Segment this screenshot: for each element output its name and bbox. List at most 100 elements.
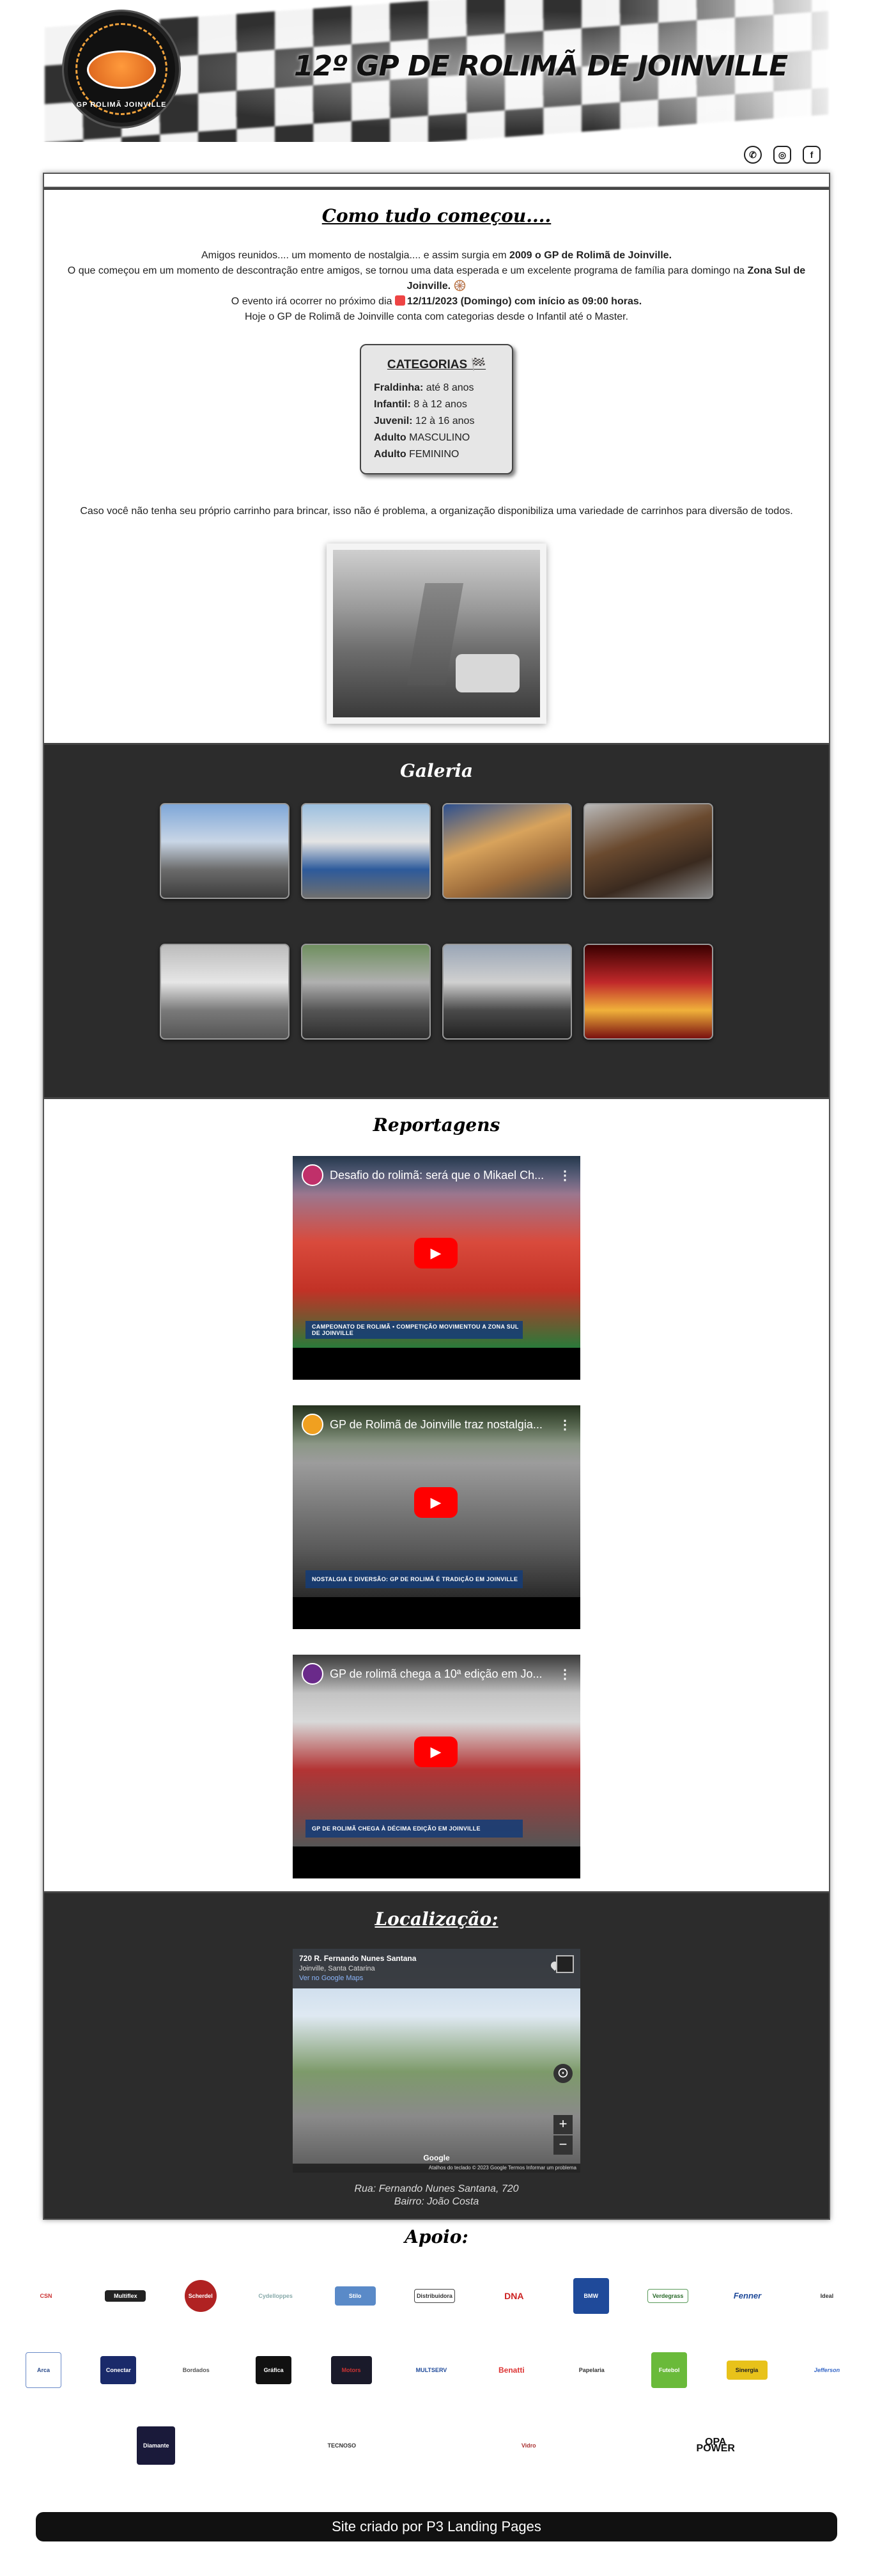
wheel-emoji-icon: 🛞	[453, 281, 467, 292]
channel-avatar[interactable]	[302, 1414, 323, 1435]
sponsor-logo[interactable]: MULTSERV	[411, 2357, 452, 2383]
kebab-menu-icon[interactable]: ⋮	[559, 1417, 571, 1433]
gallery-image[interactable]	[301, 803, 431, 899]
about-section: Como tudo começou.... Amigos reunidos...…	[44, 188, 829, 743]
instagram-icon[interactable]: ◎	[773, 146, 791, 164]
about-paragraph-1: Amigos reunidos.... um momento de nostal…	[201, 250, 672, 261]
sponsor-logo[interactable]: Diamante	[137, 2426, 176, 2465]
map-address: 720 R. Fernando Nunes Santana	[299, 1954, 417, 1963]
zoom-out-button[interactable]: −	[553, 2135, 573, 2155]
gallery-title: Galeria	[399, 760, 474, 781]
checkered-flag-icon: 🏁	[470, 358, 486, 371]
channel-avatar[interactable]	[302, 1164, 323, 1186]
sponsor-logo[interactable]: Papelaria	[571, 2357, 612, 2383]
video-embed[interactable]: Desafio do rolimã: será que o Mikael Ch.…	[293, 1156, 580, 1380]
gallery-image[interactable]	[583, 944, 713, 1040]
reports-title: Reportagens	[373, 1114, 500, 1136]
sponsor-logo[interactable]: Distribuidora	[413, 2289, 455, 2303]
sponsor-logo[interactable]: Multiflex	[105, 2290, 146, 2302]
site-title: 12º GP DE ROLIMÃ DE JOINVILLE	[294, 50, 788, 82]
categories-title: CATEGORIAS 🏁	[387, 358, 486, 371]
facebook-icon[interactable]: f	[803, 146, 821, 164]
about-note: Caso você não tenha seu próprio carrinho…	[80, 506, 793, 517]
sponsor-logo[interactable]: Futebol	[651, 2352, 688, 2388]
footer-credit[interactable]: Site criado por P3 Landing Pages	[36, 2512, 837, 2541]
play-button-icon[interactable]: ▶	[414, 1238, 458, 1268]
reports-section: Reportagens Desafio do rolimã: será que …	[44, 1097, 829, 1891]
sponsor-logo[interactable]: Arca	[26, 2352, 61, 2388]
video-title[interactable]: Desafio do rolimã: será que o Mikael Ch.…	[330, 1169, 552, 1182]
sponsor-logo[interactable]: DNA	[493, 2283, 534, 2309]
sponsor-logo[interactable]: Jefferson	[807, 2357, 847, 2383]
category-row: Adulto FEMININO	[374, 449, 460, 460]
sponsor-logo[interactable]: Conectar	[100, 2356, 137, 2384]
about-paragraph-4: Hoje o GP de Rolimã de Joinville conta c…	[244, 311, 629, 322]
category-row: Infantil: 8 à 12 anos	[374, 399, 467, 410]
sponsor-logo[interactable]: CSN	[26, 2283, 66, 2309]
about-paragraph-2: O que começou em um momento de descontra…	[67, 265, 806, 292]
sponsors-section: Apoio: CSN Multiflex Scherdel Cydelloppe…	[0, 2226, 873, 2465]
google-logo: Google	[423, 2153, 450, 2162]
view-in-maps-link[interactable]: Ver no Google Maps	[299, 1974, 574, 1982]
address-text: Rua: Fernando Nunes Santana, 720 Bairro:…	[354, 2183, 519, 2207]
about-title: Como tudo começou....	[321, 205, 552, 226]
location-section: Localização: 720 R. Fernando Nunes Santa…	[44, 1891, 829, 2219]
gallery-grid	[44, 803, 829, 1040]
sponsor-logo[interactable]: Fenner	[727, 2283, 768, 2309]
category-row: Fraldinha: até 8 anos	[374, 382, 474, 393]
logo-text: GP ROLIMÃ JOINVILLE	[76, 101, 167, 109]
sponsor-logo[interactable]: TECNOSO	[321, 2433, 362, 2458]
about-paragraph-3: O evento irá ocorrer no próximo dia 12/1…	[231, 295, 642, 307]
main-container: Como tudo começou.... Amigos reunidos...…	[43, 173, 830, 2220]
social-links: ✆ ◎ f	[0, 142, 873, 173]
gallery-image[interactable]	[160, 944, 290, 1040]
sponsor-logo[interactable]: Vidro	[508, 2433, 549, 2458]
zoom-in-button[interactable]: +	[553, 2115, 573, 2134]
sponsor-logo[interactable]: Scherdel	[184, 2280, 217, 2312]
gallery-image[interactable]	[583, 803, 713, 899]
sponsor-logo[interactable]: BMW	[573, 2278, 609, 2314]
site-header: GP ROLIMÃ JOINVILLE 12º GP DE ROLIMÃ DE …	[0, 0, 873, 142]
gallery-image[interactable]	[160, 803, 290, 899]
channel-avatar[interactable]	[302, 1663, 323, 1685]
sponsor-logo[interactable]: Verdegrass	[647, 2289, 689, 2303]
video-title[interactable]: GP de Rolimã de Joinville traz nostalgia…	[330, 1418, 552, 1432]
sponsor-row-1: CSN Multiflex Scherdel Cydelloppes Stilo…	[0, 2278, 873, 2314]
video-embed[interactable]: GP de Rolimã de Joinville traz nostalgia…	[293, 1405, 580, 1629]
sponsor-logo[interactable]: Motors	[330, 2356, 372, 2384]
video-embed[interactable]: GP de rolimã chega a 10ª edição em Jo...…	[293, 1655, 580, 1878]
sponsor-logo[interactable]: Stilo	[334, 2286, 376, 2306]
sponsors-title: Apoio:	[405, 2226, 468, 2247]
top-divider	[44, 174, 829, 188]
news-caption: NOSTALGIA E DIVERSÃO: GP DE ROLIMÃ É TRA…	[305, 1570, 523, 1588]
whatsapp-icon[interactable]: ✆	[744, 146, 762, 164]
gallery-image[interactable]	[442, 944, 572, 1040]
fullscreen-icon[interactable]	[556, 1955, 574, 1973]
sponsor-row-3: Diamante TECNOSO Vidro OPA POWER	[0, 2426, 873, 2465]
sponsor-logo[interactable]: Bordados	[176, 2357, 217, 2383]
street-view-map[interactable]: 720 R. Fernando Nunes Santana Joinville,…	[293, 1949, 580, 2173]
map-footer: Atalhos do teclado © 2023 Google Termos …	[293, 2164, 580, 2173]
compass-icon[interactable]: ⊙	[553, 2064, 573, 2083]
news-caption: CAMPEONATO DE ROLIMÃ • COMPETIÇÃO MOVIME…	[305, 1321, 523, 1339]
kebab-menu-icon[interactable]: ⋮	[559, 1167, 571, 1183]
gallery-image[interactable]	[301, 944, 431, 1040]
location-title: Localização:	[375, 1909, 498, 1930]
play-button-icon[interactable]: ▶	[414, 1737, 458, 1767]
gallery-image[interactable]	[442, 803, 572, 899]
sponsor-logo[interactable]: Cydelloppes	[255, 2283, 296, 2309]
category-row: Adulto MASCULINO	[374, 432, 470, 443]
map-city: Joinville, Santa Catarina	[299, 1965, 375, 1972]
sponsor-logo[interactable]: Gráfica	[256, 2356, 292, 2384]
sponsor-logo[interactable]: Ideal	[807, 2283, 847, 2309]
event-logo[interactable]: GP ROLIMÃ JOINVILLE	[64, 12, 179, 127]
video-title[interactable]: GP de rolimã chega a 10ª edição em Jo...	[330, 1667, 552, 1681]
historic-photo	[327, 543, 546, 724]
sponsor-logo[interactable]: OPA POWER	[695, 2433, 736, 2458]
kebab-menu-icon[interactable]: ⋮	[559, 1666, 571, 1682]
news-caption: GP DE ROLIMÃ CHEGA À DÉCIMA EDIÇÃO EM JO…	[305, 1820, 523, 1838]
calendar-icon	[394, 295, 405, 306]
sponsor-logo[interactable]: Sinergia	[726, 2361, 768, 2380]
play-button-icon[interactable]: ▶	[414, 1487, 458, 1518]
sponsor-logo[interactable]: Benatti	[491, 2357, 532, 2383]
